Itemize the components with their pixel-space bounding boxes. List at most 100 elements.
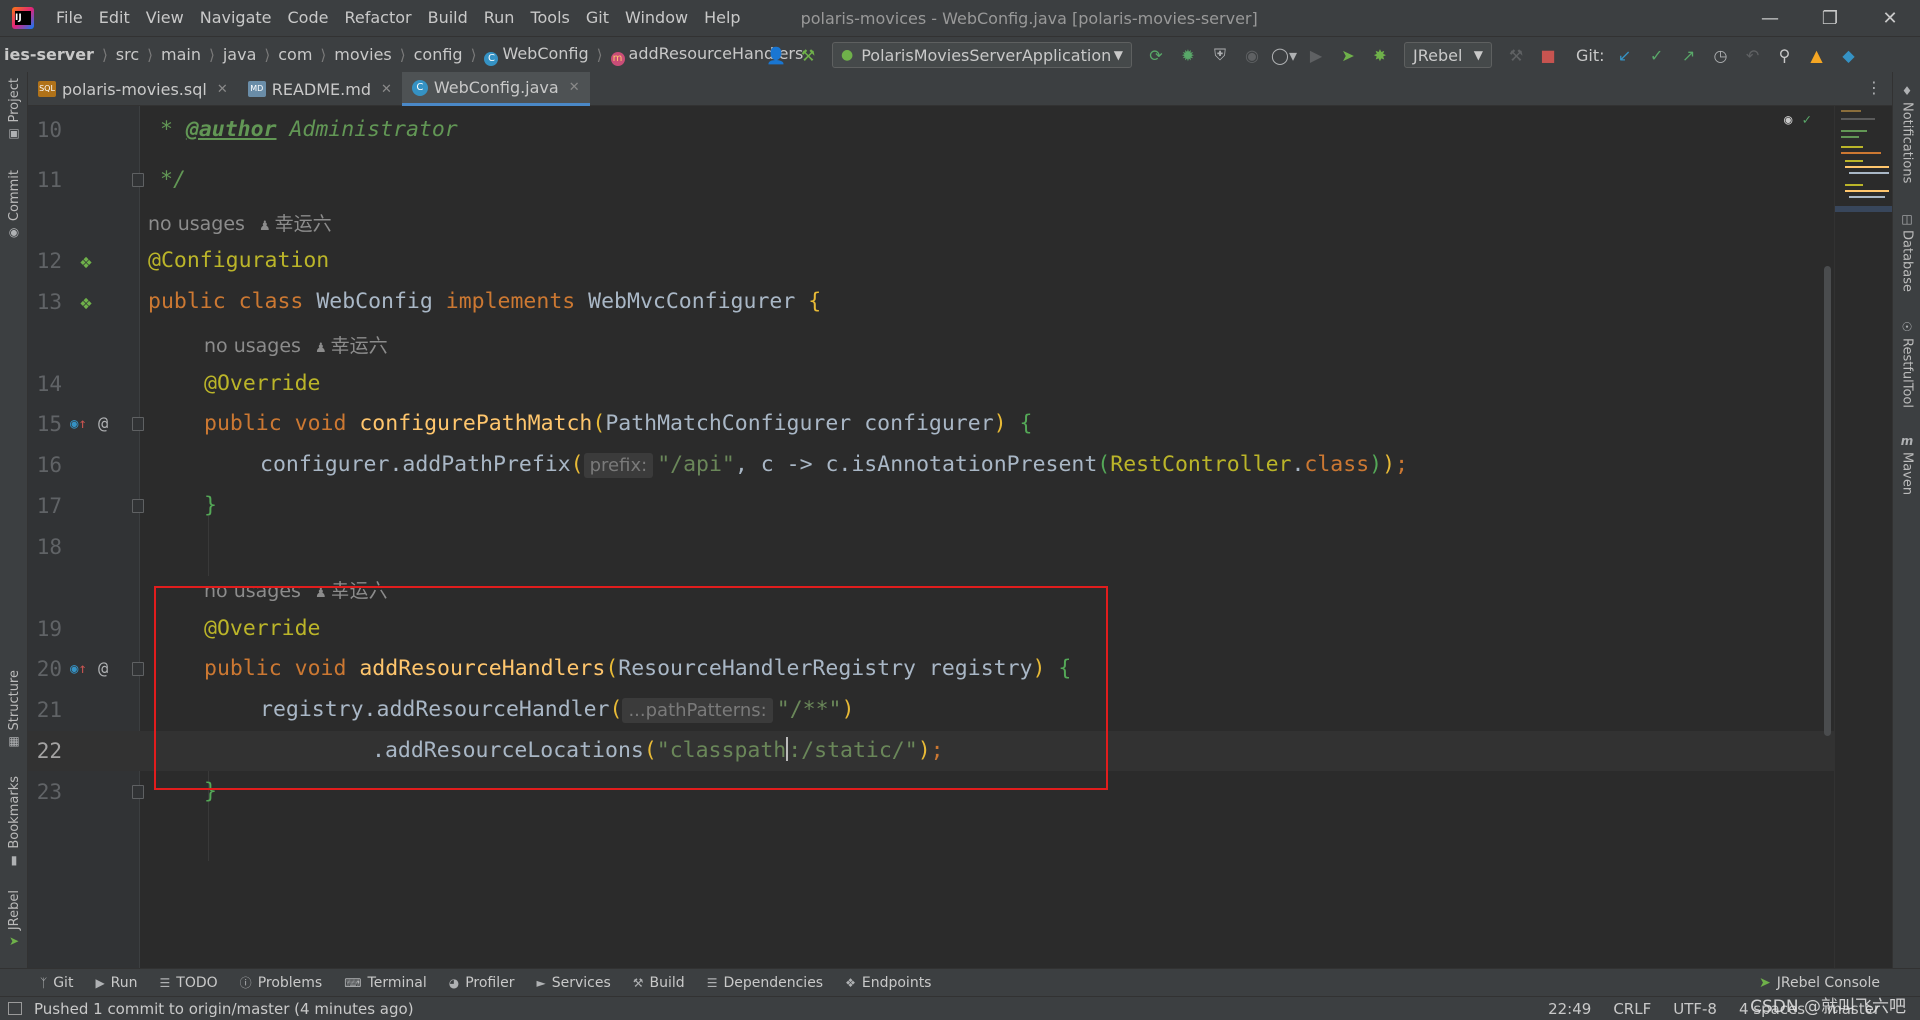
menu-tools[interactable]: Tools xyxy=(522,0,577,36)
usages-hint[interactable]: no usages xyxy=(204,335,301,357)
menu-window[interactable]: Window xyxy=(617,0,696,36)
code-line[interactable]: 18 xyxy=(28,527,1848,567)
profile-icon[interactable]: ◉ xyxy=(1242,45,1262,65)
stop-icon[interactable]: ■ xyxy=(1538,45,1558,65)
breadcrumb-config[interactable]: config xyxy=(410,45,467,64)
maven-tool-tab[interactable]: m Maven xyxy=(1893,434,1920,495)
code-line[interactable]: 15 ◉↑ @ public void configurePathMatch(P… xyxy=(28,404,1848,444)
run-configuration-select[interactable]: ● PolarisMoviesServerApplication ▼ xyxy=(832,42,1132,68)
menu-git[interactable]: Git xyxy=(578,0,617,36)
menu-file[interactable]: File xyxy=(48,0,91,36)
implements-method-icon[interactable]: ◉↑ xyxy=(70,404,87,444)
menu-view[interactable]: View xyxy=(138,0,192,36)
breadcrumb-com[interactable]: com xyxy=(274,45,316,64)
usages-hint[interactable]: no usages xyxy=(148,213,245,235)
restore-icon[interactable]: ❐ xyxy=(1800,0,1860,36)
user-icon[interactable]: 👤 xyxy=(766,45,786,65)
restfultool-tool-tab[interactable]: ☉ RestfulTool xyxy=(1893,320,1920,408)
more-options-icon[interactable]: ⋮ xyxy=(1866,78,1882,97)
git-push-icon[interactable]: ↗ xyxy=(1679,45,1699,65)
menu-code[interactable]: Code xyxy=(280,0,337,36)
fold-marker-icon[interactable] xyxy=(132,417,144,431)
breadcrumb-movies[interactable]: movies xyxy=(330,45,395,64)
eye-crossed-icon[interactable]: ◉ xyxy=(1784,112,1792,128)
caret-position[interactable]: 22:49 xyxy=(1548,1000,1591,1018)
terminal-tool-button[interactable]: ⌨ Terminal xyxy=(344,975,427,991)
tab-webconfig-java[interactable]: C WebConfig.java ✕ xyxy=(401,72,590,106)
search-icon[interactable]: ⚲ xyxy=(1775,45,1795,65)
debug-icon[interactable]: ✹ xyxy=(1178,45,1198,65)
history-icon[interactable]: ◷ xyxy=(1711,45,1731,65)
rollback-icon[interactable]: ↶ xyxy=(1743,45,1763,65)
build-tool-button[interactable]: ⚒ Build xyxy=(633,975,685,991)
endpoint-at-icon[interactable]: @ xyxy=(98,649,108,689)
coverage-icon[interactable]: ⛨ xyxy=(1210,45,1230,65)
code-line[interactable]: 11 */ xyxy=(28,160,1848,200)
tab-polaris-movies-sql[interactable]: SQL polaris-movies.sql ✕ xyxy=(28,72,238,106)
code-minimap[interactable] xyxy=(1834,106,1892,968)
rerun-icon[interactable]: ⟳ xyxy=(1146,45,1166,65)
code-line[interactable]: 13 ❖ public class WebConfig implements W… xyxy=(28,282,1848,322)
scrollbar-thumb[interactable] xyxy=(1824,266,1831,736)
jrebel-tool-tab[interactable]: JRebel ➤ xyxy=(0,890,28,948)
tab-readme-md[interactable]: MD README.md ✕ xyxy=(238,72,402,106)
problems-tool-button[interactable]: ⓘ Problems xyxy=(240,974,323,991)
database-tool-tab[interactable]: ◫ Database xyxy=(1893,212,1920,292)
minimap-viewport[interactable] xyxy=(1835,206,1892,212)
code-line[interactable]: 16 configurer.addPathPrefix(prefix: "/api… xyxy=(28,445,1848,485)
author-hint[interactable]: 幸运六 xyxy=(331,335,388,357)
jrebel-run-icon[interactable]: ➤ xyxy=(1338,45,1358,65)
breadcrumb-project[interactable]: ies-server xyxy=(0,45,98,64)
commit-tool-tab[interactable]: Commit ◉ xyxy=(0,170,28,239)
menu-run[interactable]: Run xyxy=(476,0,523,36)
fold-marker-icon[interactable] xyxy=(132,785,144,799)
line-separator[interactable]: CRLF xyxy=(1613,1000,1651,1018)
breadcrumb-main[interactable]: main xyxy=(157,45,205,64)
vertical-scrollbar[interactable] xyxy=(1820,106,1834,968)
git-tool-button[interactable]: ᛉ Git xyxy=(40,975,73,991)
author-hint[interactable]: 幸运六 xyxy=(275,213,332,235)
project-tool-tab[interactable]: Project ▣ xyxy=(0,78,28,140)
run-with-options-icon[interactable]: ◯▾ xyxy=(1271,45,1297,65)
jrebel-select[interactable]: JRebel ▼ xyxy=(1404,42,1492,68)
fold-marker-icon[interactable] xyxy=(132,499,144,513)
breadcrumb-java[interactable]: java xyxy=(219,45,261,64)
git-commit-icon[interactable]: ✓ xyxy=(1647,45,1667,65)
code-line[interactable]: 14 @Override xyxy=(28,364,1848,404)
menu-refactor[interactable]: Refactor xyxy=(336,0,419,36)
code-editor[interactable]: 10 * @author Administrator 11 */ no usag… xyxy=(28,106,1892,968)
notifications-tool-tab[interactable]: ♦ Notifications xyxy=(1893,84,1920,183)
menu-edit[interactable]: Edit xyxy=(91,0,138,36)
services-tool-button[interactable]: ► Services xyxy=(537,975,611,991)
implements-method-icon[interactable]: ◉↑ xyxy=(70,649,87,689)
close-window-icon[interactable]: ✕ xyxy=(1860,0,1920,36)
dependencies-tool-button[interactable]: ☰ Dependencies xyxy=(707,975,823,991)
close-icon[interactable]: ✕ xyxy=(569,80,580,95)
code-line[interactable]: 12 ❖ @Configuration xyxy=(28,241,1848,281)
jrebel-debug-icon[interactable]: ✸ xyxy=(1370,45,1390,65)
endpoints-tool-button[interactable]: ❖ Endpoints xyxy=(845,975,931,991)
status-message[interactable]: Pushed 1 commit to origin/master (4 minu… xyxy=(34,1000,414,1018)
file-encoding[interactable]: UTF-8 xyxy=(1673,1000,1717,1018)
fold-marker-icon[interactable] xyxy=(132,662,144,676)
menu-help[interactable]: Help xyxy=(696,0,748,36)
updates-icon[interactable]: ▲ xyxy=(1807,45,1827,65)
menu-build[interactable]: Build xyxy=(420,0,476,36)
build-hammer-icon[interactable]: ⚒ xyxy=(798,45,818,65)
play-icon[interactable]: ▶ xyxy=(1306,45,1326,65)
close-icon[interactable]: ✕ xyxy=(381,82,392,97)
bookmarks-tool-tab[interactable]: Bookmarks ▮ xyxy=(0,776,28,867)
hammer-icon[interactable]: ⚒ xyxy=(1506,45,1526,65)
code-vision-hint[interactable]: no usages ♟ 幸运六 xyxy=(204,326,388,369)
toggle-tool-windows-icon[interactable] xyxy=(8,1002,22,1015)
minimize-icon[interactable]: — xyxy=(1740,0,1800,36)
todo-tool-button[interactable]: ☰ TODO xyxy=(160,975,218,991)
structure-tool-tab[interactable]: Structure ▦ xyxy=(0,670,28,748)
spring-bean-gutter-icon[interactable]: ❖ xyxy=(80,241,92,281)
profiler-tool-button[interactable]: ◕ Profiler xyxy=(449,975,515,991)
breadcrumb-src[interactable]: src xyxy=(112,45,143,64)
breadcrumb-class[interactable]: C WebConfig xyxy=(480,44,592,66)
jetbrains-toolbox-icon[interactable]: ◆ xyxy=(1839,45,1859,65)
code-line[interactable]: 17 } xyxy=(28,486,1848,526)
spring-bean-gutter-icon[interactable]: ❖ xyxy=(80,282,92,322)
